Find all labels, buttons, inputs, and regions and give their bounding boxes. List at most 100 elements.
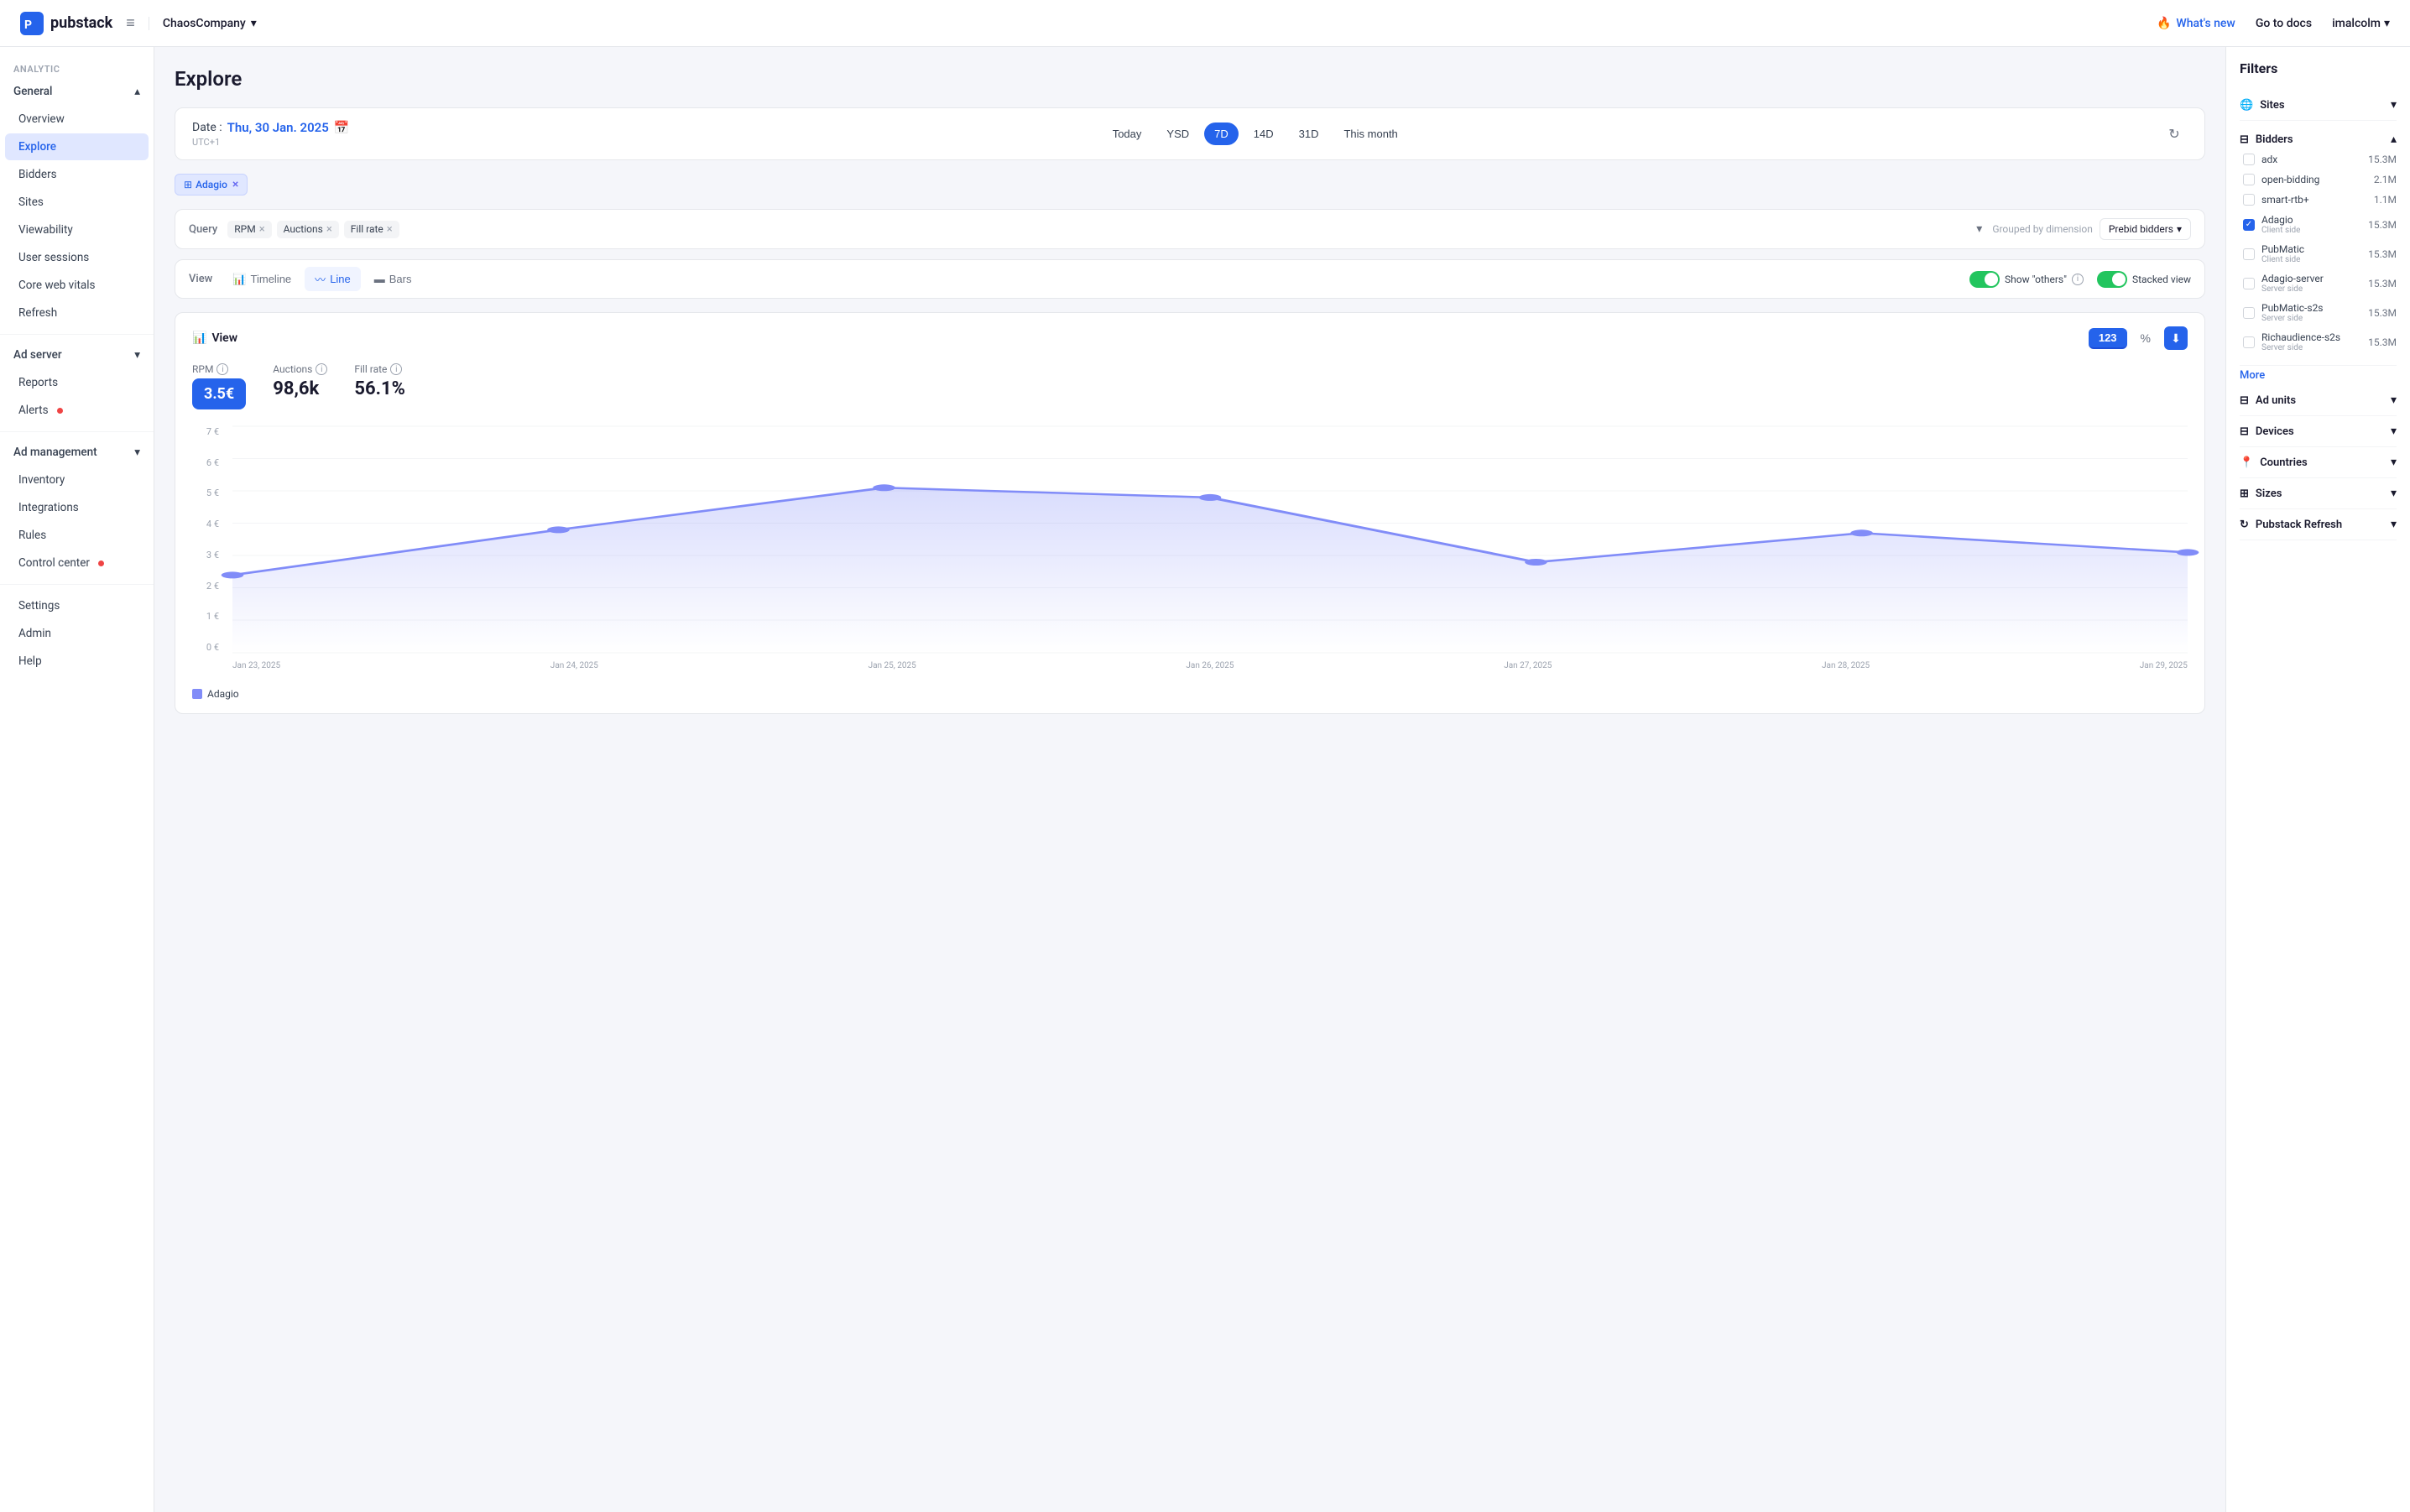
- filter-section-devices[interactable]: ⊟ Devices: [2240, 416, 2397, 447]
- query-tag-rpm: RPM ×: [227, 221, 271, 238]
- menu-icon[interactable]: ≡: [126, 14, 135, 32]
- query-tag-auctions: Auctions ×: [277, 221, 339, 238]
- ad-server-label: Ad server: [13, 348, 62, 362]
- filter-section-sizes[interactable]: ⊞ Sizes: [2240, 478, 2397, 509]
- xaxis-label: Jan 26, 2025: [1186, 661, 1234, 670]
- query-tag-remove-auctions[interactable]: ×: [326, 223, 332, 236]
- sidebar-item-reports[interactable]: Reports: [5, 369, 149, 396]
- preset-14d-button[interactable]: 14D: [1244, 123, 1284, 145]
- metric-info-icon-fill-rate[interactable]: i: [390, 363, 402, 375]
- bidder-item-adx: adx15.3M: [2240, 149, 2397, 169]
- stacked-view-toggle[interactable]: [2097, 271, 2127, 288]
- bidder-item-adagio-server: Adagio-serverServer side15.3M: [2240, 269, 2397, 298]
- bidder-name-block-pubmatic-s2s: PubMatic-s2sServer side: [2261, 302, 2324, 323]
- show-others-toggle[interactable]: [1969, 271, 2000, 288]
- ad-server-group[interactable]: Ad server: [0, 342, 154, 368]
- more-filters-link[interactable]: More: [2240, 366, 2397, 385]
- chart-title-label: View: [211, 331, 237, 345]
- preset-31d-button[interactable]: 31D: [1289, 123, 1329, 145]
- sidebar-item-user-sessions[interactable]: User sessions: [5, 244, 149, 271]
- bidder-left-pubmatic: PubMaticClient side: [2243, 243, 2304, 264]
- bidder-checkbox-adagio-server[interactable]: [2243, 278, 2255, 289]
- metric-info-icon-rpm[interactable]: i: [216, 363, 228, 375]
- content-area: Explore Date : Thu, 30 Jan. 2025 📅 UTC+1…: [154, 47, 2225, 1512]
- preset-today-button[interactable]: Today: [1103, 123, 1152, 145]
- xaxis-label: Jan 23, 2025: [232, 661, 280, 670]
- filter-section-pubstack-refresh[interactable]: ↻ Pubstack Refresh: [2240, 509, 2397, 540]
- bidder-count-adagio: 15.3M: [2368, 219, 2397, 231]
- sites-filter-section[interactable]: 🌐 Sites: [2240, 90, 2397, 121]
- query-tag-remove-rpm[interactable]: ×: [259, 223, 265, 236]
- metric-info-icon-auctions[interactable]: i: [316, 363, 327, 375]
- metric-value-rpm: 3.5€: [192, 378, 246, 409]
- download-chart-button[interactable]: ⬇: [2164, 326, 2188, 350]
- go-to-docs-button[interactable]: Go to docs: [2256, 17, 2312, 30]
- bidder-checkbox-pubmatic[interactable]: [2243, 248, 2255, 260]
- bidder-checkbox-smart-rtb[interactable]: [2243, 194, 2255, 206]
- bidder-left-open-bidding: open-bidding: [2243, 174, 2319, 185]
- ad-management-group[interactable]: Ad management: [0, 439, 154, 466]
- metric-auctions: Auctionsi98,6k: [273, 363, 327, 409]
- whats-new-button[interactable]: 🔥 What's new: [2157, 17, 2235, 30]
- sidebar-item-viewability[interactable]: Viewability: [5, 216, 149, 243]
- filter-section-countries[interactable]: 📍 Countries: [2240, 447, 2397, 478]
- value-123-button[interactable]: 123: [2089, 328, 2127, 349]
- sidebar-item-sites[interactable]: Sites: [5, 189, 149, 216]
- sidebar-item-help[interactable]: Help: [5, 648, 149, 675]
- metric-label-rpm: RPMi: [192, 363, 246, 375]
- preset-this-month-button[interactable]: This month: [1333, 123, 1407, 145]
- sidebar-item-settings[interactable]: Settings: [5, 592, 149, 619]
- bidder-item-smart-rtb: smart-rtb+1.1M: [2240, 190, 2397, 210]
- preset-ysd-button[interactable]: YSD: [1156, 123, 1199, 145]
- stacked-view-label: Stacked view: [2132, 274, 2191, 285]
- view-tab-line[interactable]: 〰Line: [305, 267, 361, 291]
- sidebar-item-rules[interactable]: Rules: [5, 522, 149, 549]
- sidebar-item-refresh[interactable]: Refresh: [5, 300, 149, 326]
- xaxis-label: Jan 27, 2025: [1504, 661, 1552, 670]
- filter-section-ad-units[interactable]: ⊟ Ad units: [2240, 385, 2397, 416]
- filter-icon-sizes: ⊞: [2240, 487, 2249, 500]
- preset-7d-button[interactable]: 7D: [1204, 123, 1239, 145]
- sidebar-item-overview[interactable]: Overview: [5, 106, 149, 133]
- bidder-checkbox-adagio[interactable]: [2243, 219, 2255, 231]
- view-tab-timeline[interactable]: 📊Timeline: [222, 267, 301, 291]
- general-group[interactable]: General: [0, 78, 154, 105]
- sidebar-item-bidders[interactable]: Bidders: [5, 161, 149, 188]
- sidebar-item-admin[interactable]: Admin: [5, 620, 149, 647]
- sidebar-item-core-web-vitals[interactable]: Core web vitals: [5, 272, 149, 299]
- query-dropdown-arrow[interactable]: ▾: [1976, 222, 1982, 236]
- sidebar-item-control-center[interactable]: Control center: [5, 550, 149, 576]
- date-bar: Date : Thu, 30 Jan. 2025 📅 UTC+1 TodayYS…: [175, 107, 2205, 160]
- sidebar-item-inventory[interactable]: Inventory: [5, 467, 149, 493]
- bidder-count-smart-rtb: 1.1M: [2374, 194, 2397, 206]
- logo-icon: P: [20, 12, 44, 35]
- bidders-section-header[interactable]: ⊟ Bidders: [2240, 129, 2397, 149]
- view-tab-bars[interactable]: ▬Bars: [364, 267, 422, 291]
- bidder-count-adagio-server: 15.3M: [2368, 278, 2397, 289]
- group-select[interactable]: Prebid bidders ▾: [2100, 218, 2191, 240]
- bidder-name-richaudience-s2s: Richaudience-s2s: [2261, 331, 2340, 343]
- bidder-checkbox-open-bidding[interactable]: [2243, 174, 2255, 185]
- company-selector[interactable]: ChaosCompany ▾: [149, 17, 257, 30]
- bidder-sub-adagio-server: Server side: [2261, 284, 2324, 294]
- bidder-checkbox-richaudience-s2s[interactable]: [2243, 336, 2255, 348]
- sidebar-item-alerts[interactable]: Alerts: [5, 397, 149, 424]
- show-others-info-icon[interactable]: i: [2072, 274, 2084, 285]
- user-menu[interactable]: imalcolm ▾: [2332, 17, 2390, 30]
- sidebar-general-items: OverviewExploreBiddersSitesViewabilityUs…: [0, 105, 154, 327]
- remove-filter-tag-button[interactable]: ×: [232, 178, 238, 191]
- bidder-count-adx: 15.3M: [2368, 154, 2397, 165]
- query-tag-remove-fill rate[interactable]: ×: [387, 223, 393, 236]
- calendar-icon[interactable]: 📅: [334, 120, 350, 135]
- date-timezone: UTC+1: [192, 137, 350, 148]
- bidder-checkbox-adx[interactable]: [2243, 154, 2255, 165]
- bidder-checkbox-pubmatic-s2s[interactable]: [2243, 307, 2255, 319]
- refresh-button[interactable]: ↻: [2161, 121, 2188, 148]
- chart-panel-title: 📊 View: [192, 331, 237, 345]
- sidebar-item-explore[interactable]: Explore: [5, 133, 149, 160]
- bidder-item-pubmatic-s2s: PubMatic-s2sServer side15.3M: [2240, 298, 2397, 327]
- filter-label-ad-units: Ad units: [2256, 394, 2296, 407]
- sidebar-item-integrations[interactable]: Integrations: [5, 494, 149, 521]
- value-pct-button[interactable]: %: [2134, 328, 2157, 348]
- chart-point-3: [1199, 494, 1222, 501]
